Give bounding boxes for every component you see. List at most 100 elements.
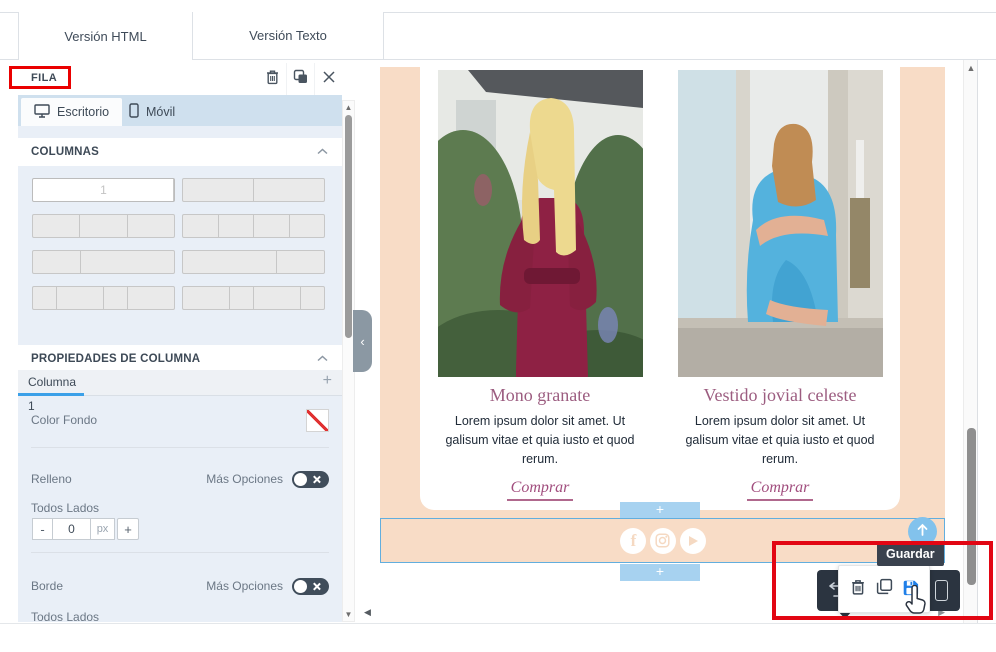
- close-panel-button[interactable]: [314, 63, 342, 95]
- tab-version-html-label: Versión HTML: [64, 29, 146, 44]
- tab-columna-1[interactable]: Columna 1: [18, 370, 84, 396]
- insert-row-below-button[interactable]: +: [620, 564, 700, 581]
- trash-icon: [265, 69, 280, 90]
- instagram-icon[interactable]: [650, 528, 676, 554]
- tab-movil[interactable]: Móvil: [116, 98, 188, 126]
- product-title[interactable]: Vestido jovial celeste: [660, 385, 900, 406]
- padding-label: Relleno: [31, 472, 72, 486]
- panel-scrollbar-thumb[interactable]: [345, 115, 352, 338]
- column-tabs-bar: Columna 1 +: [18, 370, 342, 396]
- layout-cell: [104, 287, 128, 309]
- section-propiedades-header[interactable]: PROPIEDADES DE COLUMNA: [18, 345, 342, 373]
- stepper-plus-button[interactable]: +: [117, 518, 139, 540]
- section-columnas-title: COLUMNAS: [31, 146, 99, 158]
- layout-cell: [183, 251, 277, 273]
- tab-escritorio-label: Escritorio: [57, 105, 109, 119]
- layout-cell: [57, 287, 104, 309]
- tab-version-texto[interactable]: Versión Texto: [193, 12, 384, 59]
- scroll-up-icon[interactable]: ▲: [343, 103, 354, 112]
- divider: [31, 447, 329, 448]
- padding-row: Relleno Más Opciones: [31, 470, 329, 488]
- column-layout-option[interactable]: [32, 214, 175, 238]
- layout-cell: [33, 251, 81, 273]
- column-layout-option[interactable]: [182, 286, 325, 310]
- layout-cell: [230, 287, 254, 309]
- mobile-preview-button[interactable]: [935, 580, 948, 601]
- save-tooltip: Guardar: [877, 543, 944, 566]
- upload-arrow-icon: [915, 522, 930, 542]
- social-row-selected[interactable]: f: [380, 518, 945, 563]
- delete-button[interactable]: [847, 576, 869, 602]
- column-layout-option[interactable]: 1: [32, 178, 175, 202]
- layout-cell: [81, 251, 174, 273]
- tab-version-texto-label: Versión Texto: [249, 28, 327, 43]
- column-layout-option[interactable]: [182, 178, 325, 202]
- layout-cell: [301, 287, 324, 309]
- save-button[interactable]: [899, 576, 921, 602]
- scroll-up-icon[interactable]: ▲: [964, 63, 978, 73]
- duplicate-row-button[interactable]: [286, 63, 314, 95]
- column-layout-grid: 1: [32, 178, 325, 310]
- product-description[interactable]: Lorem ipsum dolor sit amet. Ut galisum v…: [672, 412, 888, 468]
- product-image-burgundy-jumpsuit[interactable]: [438, 70, 643, 377]
- product-title[interactable]: Mono granate: [420, 385, 660, 406]
- vertical-scrollbar[interactable]: ▲: [963, 59, 978, 623]
- chevron-up-icon: [317, 353, 328, 365]
- border-more-options-label: Más Opciones: [206, 579, 283, 593]
- email-content-card[interactable]: Mono granate Lorem ipsum dolor sit amet.…: [420, 67, 900, 510]
- border-label: Borde: [31, 579, 63, 593]
- add-column-button[interactable]: +: [323, 372, 332, 390]
- trash-icon: [850, 578, 866, 601]
- duplicate-icon: [293, 69, 308, 89]
- tab-version-html[interactable]: Versión HTML: [18, 12, 193, 60]
- bg-color-swatch[interactable]: [306, 409, 329, 432]
- row-save-circle-button[interactable]: [908, 517, 937, 546]
- vertical-scrollbar-thumb[interactable]: [967, 428, 976, 585]
- padding-stepper: - px +: [32, 518, 139, 540]
- scroll-down-icon[interactable]: ▼: [343, 610, 354, 619]
- facebook-icon[interactable]: f: [620, 528, 646, 554]
- padding-more-options-toggle[interactable]: [292, 471, 329, 488]
- layout-cell: [33, 215, 80, 237]
- insert-row-above-button[interactable]: +: [620, 502, 700, 518]
- product-block-2[interactable]: Vestido jovial celeste Lorem ipsum dolor…: [660, 67, 900, 501]
- product-description[interactable]: Lorem ipsum dolor sit amet. Ut galisum v…: [432, 412, 648, 468]
- save-floppy-icon: [901, 578, 919, 601]
- toggle-knob: [294, 473, 307, 486]
- comprar-link[interactable]: Comprar: [507, 479, 574, 501]
- comprar-link[interactable]: Comprar: [747, 479, 814, 501]
- email-builder-screen: Versión HTML Versión Texto FILA: [0, 0, 996, 652]
- layout-cell: [183, 179, 254, 201]
- column-layout-option[interactable]: [182, 250, 325, 274]
- column-layout-option[interactable]: [32, 250, 175, 274]
- row-settings-panel: FILA: [18, 63, 355, 622]
- youtube-icon[interactable]: [680, 528, 706, 554]
- panel-header: FILA: [18, 63, 355, 95]
- product-image-blue-dress[interactable]: [678, 70, 883, 377]
- column-layout-option[interactable]: [182, 214, 325, 238]
- close-icon: [323, 70, 335, 88]
- section-columnas-header[interactable]: COLUMNAS: [18, 138, 342, 166]
- duplicate-icon: [876, 578, 893, 600]
- delete-row-button[interactable]: [258, 63, 286, 95]
- layout-option-label: 1: [33, 179, 174, 201]
- layout-cell: [290, 215, 325, 237]
- stepper-minus-button[interactable]: -: [32, 518, 53, 540]
- device-tab-bar: Escritorio Móvil: [18, 95, 342, 126]
- border-more-options-toggle[interactable]: [292, 578, 329, 595]
- scroll-left-icon[interactable]: ◀: [364, 607, 371, 618]
- email-preview: Mono granate Lorem ipsum dolor sit amet.…: [360, 59, 978, 623]
- padding-all-sides-label: Todos Lados: [31, 501, 99, 515]
- panel-body: COLUMNAS 1 PROPIEDADES DE COLUMNA Column…: [18, 126, 342, 622]
- bottom-divider: [0, 623, 996, 624]
- tab-escritorio[interactable]: Escritorio: [21, 98, 122, 126]
- toggle-off-x-icon: [312, 582, 321, 591]
- stepper-value-input[interactable]: [52, 518, 91, 540]
- layout-cell: [254, 179, 324, 201]
- column-layout-option[interactable]: [32, 286, 175, 310]
- duplicate-button[interactable]: [873, 576, 895, 602]
- layout-cell: [254, 215, 290, 237]
- product-block-1[interactable]: Mono granate Lorem ipsum dolor sit amet.…: [420, 67, 660, 501]
- layout-cell: [128, 215, 174, 237]
- panel-collapse-handle[interactable]: ‹: [353, 310, 372, 372]
